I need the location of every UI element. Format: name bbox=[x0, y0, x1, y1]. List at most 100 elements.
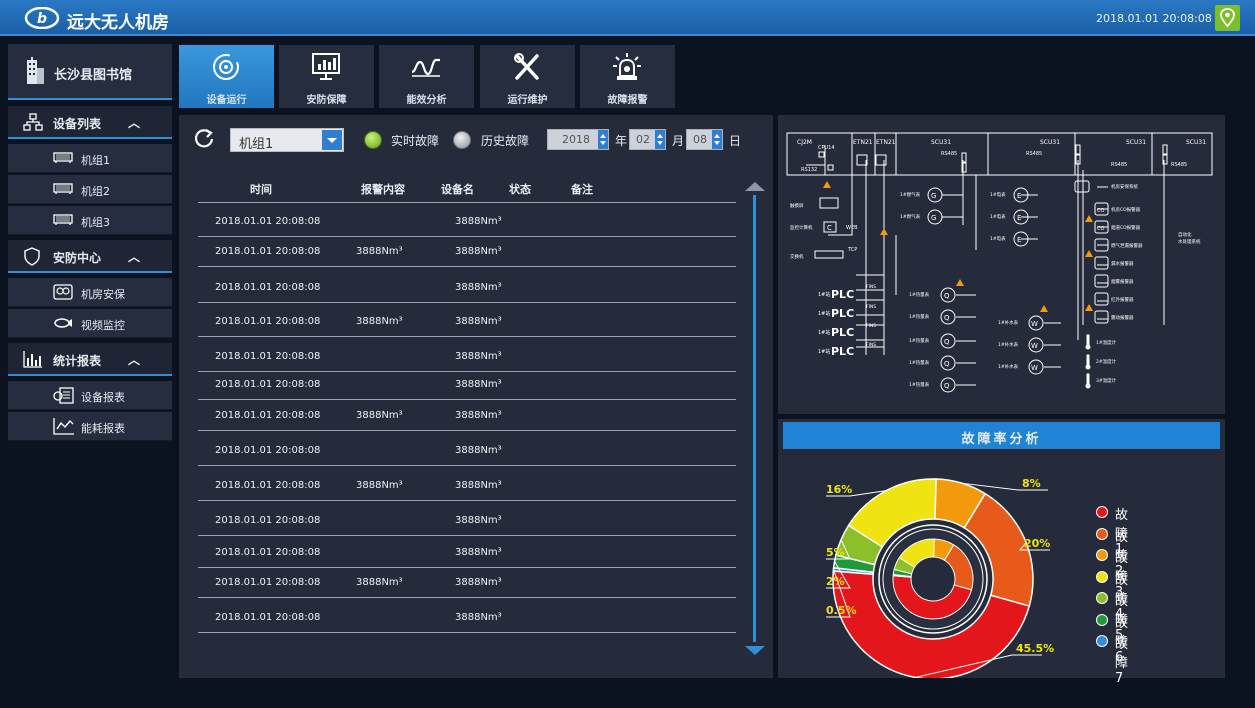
year-input[interactable]: 2018 bbox=[547, 129, 609, 150]
waveform-icon bbox=[411, 58, 440, 77]
diagram-label: SCU31 bbox=[931, 139, 951, 146]
location-button[interactable] bbox=[1215, 5, 1240, 31]
scroll-up-arrow[interactable] bbox=[745, 182, 765, 191]
scrollbar[interactable] bbox=[753, 195, 756, 642]
site-name: 长沙县图书馆 bbox=[54, 68, 133, 83]
app-title: 远大无人机房 bbox=[67, 13, 169, 33]
system-topology-diagram: CJ2M CPU14 RS132 ETN21 ETN21 SCU31 SCU31… bbox=[786, 132, 1213, 393]
table-row-divider bbox=[198, 371, 736, 372]
clock: 2018.01.01 20:08:08 bbox=[1096, 12, 1212, 25]
tab-label: 故障报警 bbox=[607, 95, 648, 106]
day-input[interactable]: 08 bbox=[686, 129, 723, 150]
day-spinner[interactable] bbox=[712, 130, 722, 149]
diagram-label: WEB bbox=[846, 225, 858, 231]
sidebar-item-unit2[interactable]: 机组2 bbox=[8, 175, 172, 204]
svg-text:2#温度计: 2#温度计 bbox=[1096, 358, 1117, 365]
history-radio[interactable] bbox=[453, 131, 471, 149]
section-security[interactable]: 安防中心 ︿ bbox=[8, 240, 172, 273]
svg-text:FINS: FINS bbox=[866, 342, 876, 348]
table-row-divider bbox=[198, 399, 736, 400]
svg-text:E: E bbox=[1017, 192, 1021, 200]
plc-units: 1#站 PLC 1#站 PLC 1#站 PLC 1#站 PLC FINS FINS FI… bbox=[818, 284, 876, 358]
bar-chart-icon bbox=[23, 351, 42, 368]
realtime-radio[interactable] bbox=[364, 131, 382, 149]
cell-device: 3888Nm³ bbox=[455, 216, 502, 227]
table-row-divider bbox=[198, 597, 736, 598]
month-spinner[interactable] bbox=[655, 130, 665, 149]
month-value: 02 bbox=[636, 133, 650, 146]
video-camera-icon bbox=[54, 318, 72, 328]
section-label: 安防中心 bbox=[53, 251, 102, 265]
diagram-label: 交换机 bbox=[790, 253, 804, 260]
sidebar: 长沙县图书馆 设备列表 ︿ 机组1 机组2 机组3 安防中心 ︿ 机房安保 视频… bbox=[8, 44, 172, 441]
svg-text:1#补水表: 1#补水表 bbox=[998, 319, 1019, 326]
section-label: 设备列表 bbox=[53, 117, 102, 131]
sidebar-item-energy-report[interactable]: 能耗报表 bbox=[8, 412, 172, 441]
tab-maintenance[interactable]: 运行维护 bbox=[480, 45, 575, 108]
diagram-label: RS485 bbox=[941, 151, 957, 157]
sidebar-item-unit1[interactable]: 机组1 bbox=[8, 144, 172, 173]
svg-text:1#温度计: 1#温度计 bbox=[1096, 339, 1117, 346]
svg-text:机房CO报警器: 机房CO报警器 bbox=[1111, 206, 1141, 213]
spinner-arrows-icon bbox=[600, 134, 606, 145]
section-device-list[interactable]: 设备列表 ︿ bbox=[8, 106, 172, 139]
svg-text:W: W bbox=[1031, 364, 1038, 372]
tree-icon bbox=[23, 113, 43, 131]
year-value: 2018 bbox=[562, 133, 590, 146]
cell-device: 3888Nm³ bbox=[455, 547, 502, 558]
svg-text:3#温度计: 3#温度计 bbox=[1096, 377, 1117, 384]
tab-security[interactable]: 安防保障 bbox=[279, 45, 374, 108]
column-header-content: 报警内容 bbox=[361, 183, 405, 196]
tab-efficiency[interactable]: 能效分析 bbox=[379, 45, 474, 108]
table-row-divider bbox=[198, 302, 736, 303]
day-value: 08 bbox=[693, 133, 707, 146]
header-divider bbox=[198, 202, 736, 203]
svg-text:烟道CO报警器: 烟道CO报警器 bbox=[1111, 224, 1141, 231]
cell-device: 3888Nm³ bbox=[455, 316, 502, 327]
table-row-divider bbox=[198, 567, 736, 568]
fault-list-panel bbox=[179, 115, 773, 678]
svg-text:FINS: FINS bbox=[866, 323, 876, 329]
cell-time: 2018.01.01 20:08:08 bbox=[215, 480, 321, 491]
diagram-label: TCP bbox=[847, 247, 857, 253]
section-reports[interactable]: 统计报表 ︿ bbox=[8, 343, 172, 376]
diagram-label: 监控计算机 bbox=[790, 224, 813, 231]
svg-text:FINS: FINS bbox=[866, 284, 876, 290]
cell-time: 2018.01.01 20:08:08 bbox=[215, 316, 321, 327]
refresh-icon[interactable] bbox=[193, 128, 215, 150]
cell-device: 3888Nm³ bbox=[455, 410, 502, 421]
chevron-down-icon bbox=[327, 138, 337, 143]
svg-text:漏水报警器: 漏水报警器 bbox=[1111, 260, 1134, 267]
day-label: 日 bbox=[729, 134, 742, 148]
sidebar-item-video[interactable]: 视频监控 bbox=[8, 309, 172, 338]
monitor-chart-icon bbox=[312, 53, 340, 80]
sidebar-item-room-security[interactable]: 机房安保 bbox=[8, 278, 172, 307]
sidebar-item-unit3[interactable]: 机组3 bbox=[8, 206, 172, 235]
cell-content: 3888Nm³ bbox=[356, 246, 403, 257]
year-spinner[interactable] bbox=[598, 130, 608, 149]
svg-text:CO: CO bbox=[1097, 208, 1104, 214]
section-label: 统计报表 bbox=[53, 354, 102, 368]
tab-alarm[interactable]: 故障报警 bbox=[580, 45, 675, 108]
dropdown-button[interactable] bbox=[322, 130, 342, 150]
month-input[interactable]: 02 bbox=[629, 129, 666, 150]
svg-text:红外报警器: 红外报警器 bbox=[1111, 296, 1134, 303]
sidebar-item-label: 机房安保 bbox=[81, 288, 125, 301]
svg-text:1#补水表: 1#补水表 bbox=[998, 363, 1019, 370]
sidebar-item-device-report[interactable]: 设备报表 bbox=[8, 381, 172, 410]
tab-device-run[interactable]: 设备运行 bbox=[179, 45, 274, 108]
svg-text:W: W bbox=[1031, 342, 1038, 350]
year-label: 年 bbox=[615, 134, 628, 148]
svg-text:G: G bbox=[931, 214, 936, 222]
legend-swatch bbox=[1096, 527, 1108, 540]
scroll-down-arrow[interactable] bbox=[745, 646, 765, 655]
svg-text:震动报警器: 震动报警器 bbox=[1111, 314, 1134, 321]
chevron-up-icon: ︿ bbox=[128, 116, 141, 130]
svg-text:1#热量表: 1#热量表 bbox=[909, 337, 930, 344]
gear-cycle-icon bbox=[213, 54, 239, 80]
cell-time: 2018.01.01 20:08:08 bbox=[215, 282, 321, 293]
column-header-time: 时间 bbox=[250, 183, 272, 196]
site-header: 长沙县图书馆 bbox=[8, 44, 172, 100]
svg-text:1#站: 1#站 bbox=[818, 291, 830, 298]
unit-select[interactable]: 机组1 bbox=[230, 128, 344, 152]
